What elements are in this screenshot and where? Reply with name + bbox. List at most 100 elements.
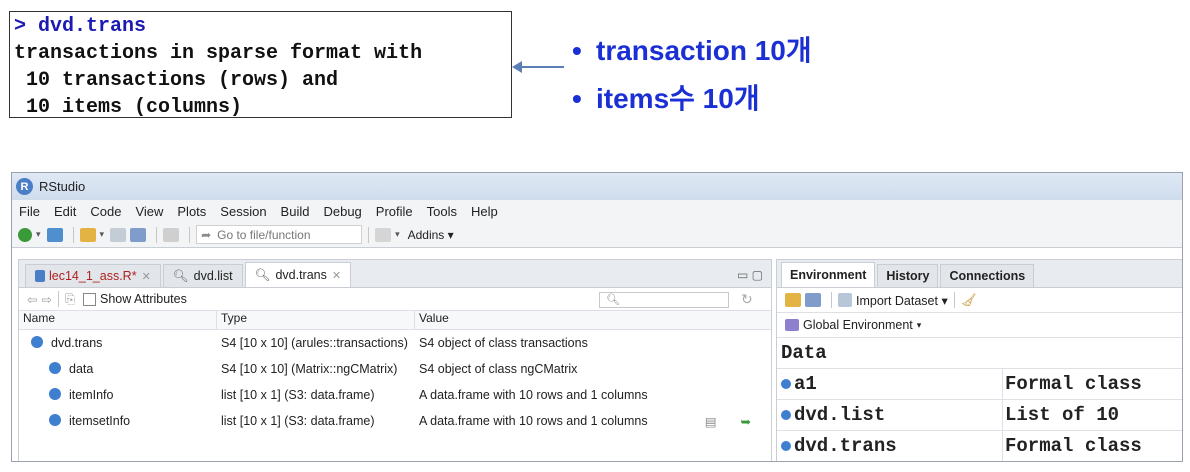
global-environment-selector[interactable]: Global Environment ▾	[777, 313, 1182, 338]
environment-toolbar: Import Dataset ▾ 🧹︎	[777, 288, 1182, 313]
expand-toggle-icon[interactable]	[781, 441, 791, 451]
env-row[interactable]: dvd.trans Formal class	[777, 431, 1182, 461]
show-attributes-label: Show Attributes	[99, 292, 187, 306]
table-row[interactable]: itemsetInfo list [10 x 1] (S3: data.fram…	[19, 408, 771, 434]
import-dataset-button[interactable]: Import Dataset ▾	[856, 293, 948, 308]
table-row[interactable]: data S4 [10 x 10] (Matrix::ngCMatrix) S4…	[19, 356, 771, 382]
chevron-down-icon: ▾	[916, 319, 922, 330]
toolbar-divider	[57, 291, 59, 307]
refresh-icon[interactable]: ↻	[741, 291, 753, 308]
bullet-icon: •	[572, 83, 582, 114]
arrow-right-icon: ➦	[201, 227, 212, 242]
rstudio-logo-icon: R	[16, 178, 33, 195]
search-icon: 🔍︎	[172, 268, 189, 283]
menu-plots[interactable]: Plots	[177, 204, 206, 219]
expand-toggle-icon[interactable]	[781, 379, 791, 389]
object-icon[interactable]	[49, 388, 61, 400]
env-row[interactable]: dvd.list List of 10	[777, 400, 1182, 431]
menu-edit[interactable]: Edit	[54, 204, 76, 219]
menu-file[interactable]: File	[19, 204, 40, 219]
import-dataset-icon	[838, 293, 852, 307]
toolbar-divider	[189, 226, 191, 243]
data-viewer-pane: lec14_1_ass.R* ✕ 🔍︎ dvd.list 🔍︎ dvd.tran…	[18, 259, 772, 461]
menu-session[interactable]: Session	[220, 204, 266, 219]
tab-lec14-script[interactable]: lec14_1_ass.R* ✕	[25, 264, 161, 287]
env-row[interactable]: a1 Formal class	[777, 369, 1182, 400]
tab-connections[interactable]: Connections	[940, 264, 1035, 287]
r-file-icon	[35, 270, 45, 282]
toolbar-divider	[953, 292, 955, 308]
chevron-down-icon[interactable]: ▾	[36, 229, 41, 240]
window-title: RStudio	[39, 179, 86, 194]
add-code-icon[interactable]: ➥	[741, 414, 751, 429]
expand-toggle-icon[interactable]	[31, 336, 43, 348]
console-line-1: transactions in sparse format with	[14, 42, 423, 65]
search-input[interactable]: 🔍︎	[599, 292, 729, 308]
menu-tools[interactable]: Tools	[427, 204, 457, 219]
object-icon[interactable]	[49, 362, 61, 374]
annotation-bullets: • transaction 10개 • items수 10개	[572, 27, 812, 123]
table-row[interactable]: dvd.trans S4 [10 x 10] (arules::transact…	[19, 330, 771, 356]
object-icon[interactable]	[49, 414, 61, 426]
column-header-value[interactable]: Value	[415, 311, 771, 329]
menu-help[interactable]: Help	[471, 204, 498, 219]
chevron-down-icon[interactable]: ▾	[100, 229, 105, 240]
bullet-item: • transaction 10개	[572, 27, 812, 75]
table-header: Name Type Value	[19, 311, 771, 330]
toolbar-divider	[156, 226, 158, 243]
table-row[interactable]: itemInfo list [10 x 1] (S3: data.frame) …	[19, 382, 771, 408]
open-file-icon[interactable]	[79, 227, 96, 242]
open-external-icon[interactable]: ⎘	[65, 292, 75, 307]
editor-tabs: lec14_1_ass.R* ✕ 🔍︎ dvd.list 🔍︎ dvd.tran…	[19, 260, 771, 288]
bullet-item: • items수 10개	[572, 75, 812, 123]
expand-toggle-icon[interactable]	[781, 410, 791, 420]
close-icon[interactable]: ✕	[332, 269, 341, 282]
column-header-type[interactable]: Type	[217, 311, 415, 329]
new-project-icon[interactable]	[46, 227, 63, 242]
search-icon: 🔍︎	[606, 294, 620, 306]
save-workspace-icon[interactable]	[805, 293, 821, 307]
rstudio-window: R RStudio File Edit Code View Plots Sess…	[11, 172, 1183, 462]
close-icon[interactable]: ✕	[142, 270, 151, 283]
broom-icon[interactable]: 🧹︎	[961, 293, 977, 308]
pane-window-controls[interactable]: ▭ ▢	[737, 268, 763, 282]
environment-icon	[785, 319, 799, 331]
print-icon[interactable]	[163, 227, 180, 242]
tab-environment[interactable]: Environment	[781, 262, 876, 287]
save-all-icon[interactable]	[130, 227, 147, 242]
menu-debug[interactable]: Debug	[323, 204, 361, 219]
console-line-2: 10 transactions (rows) and	[14, 69, 339, 92]
back-icon[interactable]: ⇦	[27, 292, 37, 307]
menu-build[interactable]: Build	[281, 204, 310, 219]
main-toolbar: ▾ ▾ ➦ Go to file/function ▾ Addins ▾	[12, 222, 1182, 248]
tab-dvd-list[interactable]: 🔍︎ dvd.list	[162, 264, 243, 287]
menu-code[interactable]: Code	[90, 204, 121, 219]
toolbar-divider	[72, 226, 74, 243]
load-workspace-icon[interactable]	[785, 293, 801, 307]
arrow-head-icon	[512, 61, 522, 73]
menu-bar: File Edit Code View Plots Session Build …	[12, 200, 1182, 222]
toolbar-divider	[831, 292, 832, 308]
forward-icon[interactable]: ⇨	[41, 292, 51, 307]
title-bar: R RStudio	[12, 173, 1182, 200]
column-header-name[interactable]: Name	[19, 311, 217, 329]
new-file-icon[interactable]	[18, 227, 32, 242]
bullet-icon: •	[572, 35, 582, 66]
goto-file-input[interactable]: ➦ Go to file/function	[196, 225, 363, 244]
chevron-down-icon[interactable]: ▾	[395, 229, 400, 240]
view-table-icon[interactable]: ▤	[705, 414, 717, 429]
menu-profile[interactable]: Profile	[376, 204, 413, 219]
console-output: > dvd.trans transactions in sparse forma…	[9, 11, 512, 119]
tab-history[interactable]: History	[877, 264, 939, 287]
environment-tabs: Environment History Connections	[777, 260, 1182, 288]
grid-layout-icon[interactable]	[375, 227, 392, 242]
tab-dvd-trans[interactable]: 🔍︎ dvd.trans ✕	[244, 262, 352, 287]
addins-button[interactable]: Addins ▾	[408, 228, 454, 242]
save-icon[interactable]	[110, 227, 127, 242]
menu-view[interactable]: View	[135, 204, 163, 219]
console-prompt-line: > dvd.trans	[14, 15, 147, 38]
environment-pane: Environment History Connections Import D…	[776, 259, 1182, 461]
env-section-header: Data	[777, 338, 1182, 369]
show-attributes-checkbox[interactable]	[82, 292, 96, 306]
toolbar-divider	[368, 226, 370, 243]
